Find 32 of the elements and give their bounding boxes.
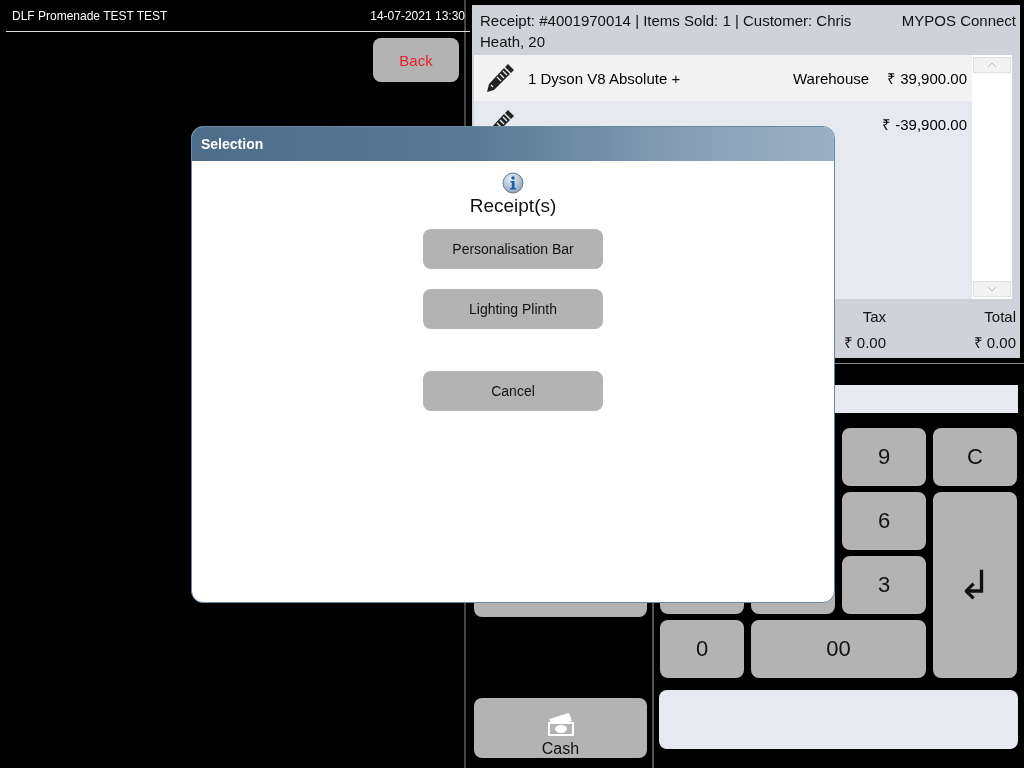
store-name: DLF Promenade TEST TEST [12,8,168,23]
info-icon [502,172,524,194]
enter-key[interactable]: ↲ [933,492,1017,678]
keypad-key[interactable]: 00 [751,620,926,678]
keypad-key[interactable]: 0 [660,620,744,678]
line-amount: ₹ -39,900.00 [882,115,967,134]
dialog-title: Selection [201,136,264,152]
line-description: 1 Dyson V8 Absolute + [528,69,681,87]
app-name: MYPOS Connect [901,11,1016,31]
line-location: Warehouse [792,69,870,87]
scroll-up-button[interactable] [973,57,1011,73]
keypad-key[interactable]: 9 [842,428,926,486]
clear-key[interactable]: C [933,428,1017,486]
line-amount: ₹ 39,900.00 [887,69,967,88]
keypad-key[interactable]: 6 [842,492,926,550]
totals-label: Total [983,307,1016,325]
scroll-down-button[interactable] [973,281,1011,297]
cancel-button[interactable]: Cancel [423,371,603,411]
option-button[interactable]: Lighting Plinth [423,289,603,329]
keypad-key[interactable]: 3 [842,556,926,614]
chevron-down-icon [987,286,997,292]
totals-value: ₹ 0.00 [972,333,1016,352]
date-time: 14-07-2021 13:30 [370,8,465,23]
chevron-up-icon [987,62,997,68]
dialog-heading: Receipt(s) [469,195,557,217]
totals-value: ₹ 0.00 [842,333,886,352]
option-button[interactable]: Personalisation Bar [423,229,603,269]
cash-button[interactable]: Cash [474,698,647,758]
pencil-icon[interactable] [484,62,516,94]
totals-label: Tax [861,307,886,325]
receipt-summary: Receipt: #4001970014 | Items Sold: 1 | Customer: Chris Heath, 20 [480,11,853,52]
scrollbar[interactable] [972,55,1012,299]
